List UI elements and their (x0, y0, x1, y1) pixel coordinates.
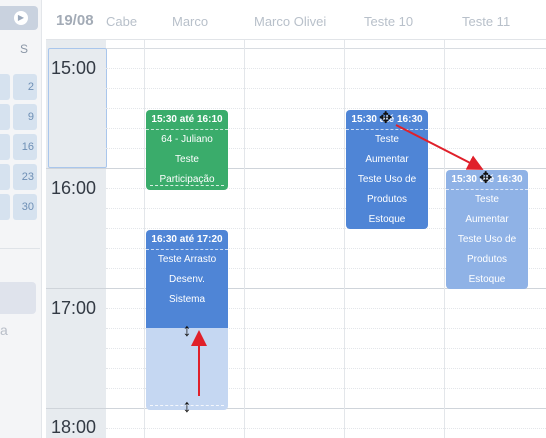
mini-calendar-grid: 2 9 16 23 30 (0, 72, 38, 222)
mini-calendar-week: 16 (0, 132, 38, 162)
mini-calendar-day[interactable]: 2 (13, 74, 37, 100)
divider (0, 248, 40, 249)
mini-calendar-day[interactable]: 9 (13, 104, 37, 130)
mini-calendar-day-header: S (20, 42, 29, 56)
annotation-arrows (191, 124, 484, 396)
mini-calendar-day[interactable] (0, 104, 10, 130)
resource-column-header[interactable]: Teste 11 (462, 14, 546, 29)
resource-column-header[interactable]: Cabe (106, 14, 144, 29)
mini-calendar-week: 30 (0, 192, 38, 222)
mini-calendar-day[interactable] (0, 74, 10, 100)
mini-calendar-day[interactable]: 16 (13, 134, 37, 160)
mini-calendar-week: 2 (0, 72, 38, 102)
calendar-header: 19/08 Cabe Marco Marco Olivei Teste 10 T… (46, 0, 546, 40)
mini-calendar-week: 9 (0, 102, 38, 132)
mini-calendar-day[interactable]: 30 (13, 194, 37, 220)
arrow-right-icon[interactable]: ▶ (14, 11, 28, 25)
mini-calendar-day[interactable] (0, 134, 10, 160)
sidebar-panel-item[interactable] (0, 282, 36, 314)
mini-calendar-day[interactable] (0, 194, 10, 220)
sidebar-cut-text: a (0, 322, 8, 338)
resource-column-header[interactable]: Marco Olivei (254, 14, 350, 29)
mini-calendar: ▶ S 2 9 16 23 30 a (0, 0, 42, 438)
mini-calendar-header: ▶ (0, 6, 38, 30)
move-arrow (395, 124, 484, 170)
mini-calendar-week: 23 (0, 162, 38, 192)
resource-column-header[interactable]: Marco (172, 14, 252, 29)
mini-calendar-day[interactable] (0, 164, 10, 190)
header-date: 19/08 (56, 12, 94, 29)
mini-calendar-day[interactable]: 23 (13, 164, 37, 190)
day-view-grid: 15:00 16:00 17:00 18:00 15:30 até 16:10 … (46, 40, 546, 438)
resource-column-header[interactable]: Teste 10 (364, 14, 454, 29)
